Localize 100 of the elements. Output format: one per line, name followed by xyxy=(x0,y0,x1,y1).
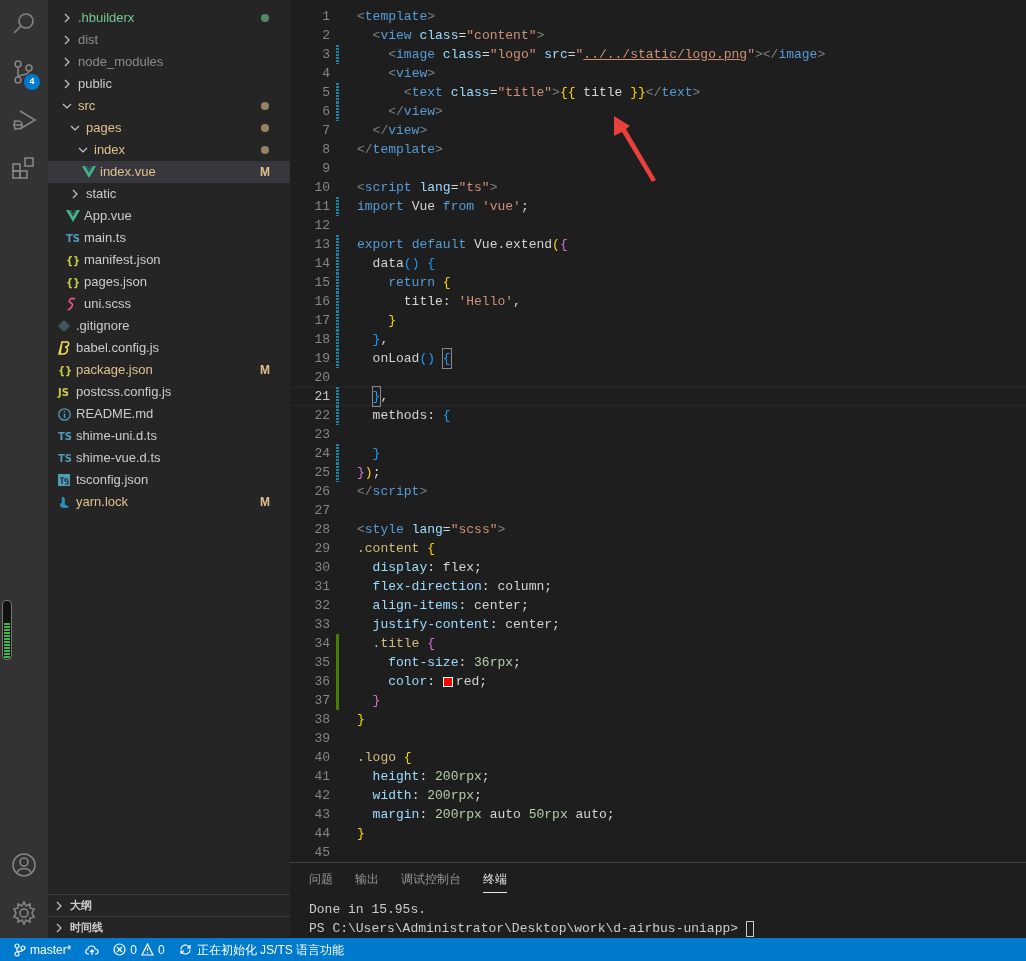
account-icon[interactable] xyxy=(11,852,37,878)
code-line: .content { xyxy=(357,539,436,558)
line-number: 18 xyxy=(313,330,330,349)
code-line: height: 200rpx; xyxy=(371,767,490,786)
tree-item[interactable]: index.vue M xyxy=(48,161,290,183)
line-number: 39 xyxy=(313,729,330,748)
line-number: 26 xyxy=(313,482,330,501)
code-line: font-size: 36rpx; xyxy=(387,653,521,672)
tree-item[interactable]: dist xyxy=(48,29,290,51)
vue-logo-icon xyxy=(66,209,80,223)
error-count[interactable]: 0 xyxy=(130,940,138,959)
code-line: <image class="logo" src="../../static/logo.png"></image> xyxy=(387,45,826,64)
line-number: 6 xyxy=(321,102,330,121)
panel-tab[interactable]: 调试控制台 xyxy=(401,870,461,893)
line-number: 17 xyxy=(313,311,330,330)
code-line: }, xyxy=(357,386,389,407)
code-line: <style lang="scss"> xyxy=(357,520,506,539)
tree-item[interactable]: src xyxy=(48,95,290,117)
tree-item[interactable]: {} manifest.json xyxy=(48,249,290,271)
line-number: 14 xyxy=(313,254,330,273)
tree-item[interactable]: TS shime-uni.d.ts xyxy=(48,425,290,447)
terminal-line: PS C:\Users\Administrator\Desktop\work\d-airbus-uniapp> xyxy=(309,919,739,938)
code-line: }, xyxy=(371,330,389,349)
line-number: 45 xyxy=(313,843,330,862)
tree-item[interactable]: TS shime-vue.d.ts xyxy=(48,447,290,469)
info-icon xyxy=(58,407,71,421)
code-line: } xyxy=(387,311,397,330)
code-line: </template> xyxy=(357,140,443,159)
line-number: 10 xyxy=(313,178,330,197)
config-file-icon xyxy=(58,474,70,486)
tree-item[interactable]: {} pages.json xyxy=(48,271,290,293)
code-line: } xyxy=(371,444,381,463)
panel-tab[interactable]: 终端 xyxy=(483,870,507,893)
code-line: </script> xyxy=(357,482,428,501)
code-line: <view> xyxy=(387,64,436,83)
terminal-line: Done in 15.95s. xyxy=(309,900,427,919)
run-debug-icon[interactable] xyxy=(11,107,37,133)
tree-item[interactable]: static xyxy=(48,183,290,205)
tree-item[interactable]: .hbuilderx xyxy=(48,7,290,29)
code-line: <view class="content"> xyxy=(371,26,545,45)
code-line: .logo { xyxy=(357,748,412,767)
line-number: 29 xyxy=(313,539,330,558)
settings-icon[interactable] xyxy=(11,900,37,926)
tree-item[interactable]: .gitignore xyxy=(48,315,290,337)
line-number: 5 xyxy=(321,83,330,102)
tree-item[interactable]: README.md xyxy=(48,403,290,425)
warning-count[interactable]: 0 xyxy=(158,940,165,959)
js-icon: JS xyxy=(58,384,69,400)
cloud-upload-icon[interactable] xyxy=(85,943,100,956)
ts-icon: TS xyxy=(58,428,73,444)
code-line: title: 'Hello', xyxy=(402,292,521,311)
line-number: 19 xyxy=(313,349,330,368)
line-number: 11 xyxy=(313,197,330,216)
extensions-icon[interactable] xyxy=(11,155,37,181)
tree-item[interactable]: TS main.ts xyxy=(48,227,290,249)
panel-tab[interactable]: 问题 xyxy=(309,870,333,893)
line-number: 1 xyxy=(321,7,330,26)
line-number: 33 xyxy=(313,615,330,634)
tree-item[interactable]: babel.config.js xyxy=(48,337,290,359)
line-number: 16 xyxy=(313,292,330,311)
code-line: display: flex; xyxy=(371,558,482,577)
tree-item[interactable]: {} package.json M xyxy=(48,359,290,381)
tree-item[interactable]: uni.scss xyxy=(48,293,290,315)
braces-icon: {} xyxy=(66,252,81,268)
line-number: 31 xyxy=(313,577,330,596)
line-number: 40 xyxy=(313,748,330,767)
code-line: color: red; xyxy=(387,672,488,691)
status-message[interactable]: 正在初始化 JS/TS 语言功能 xyxy=(196,940,345,959)
braces-icon: {} xyxy=(58,362,73,378)
code-line: import Vue from 'vue'; xyxy=(357,197,529,216)
code-line: } xyxy=(371,691,381,710)
tree-item[interactable]: node_modules xyxy=(48,51,290,73)
tree-item[interactable]: pages xyxy=(48,117,290,139)
tree-item[interactable]: tsconfig.json xyxy=(48,469,290,491)
section-header[interactable]: 大纲 xyxy=(48,894,290,916)
code-line: } xyxy=(357,710,365,729)
line-number: 27 xyxy=(313,501,330,520)
tree-item[interactable]: index xyxy=(48,139,290,161)
line-number: 35 xyxy=(313,653,330,672)
tree-item[interactable]: JS postcss.config.js xyxy=(48,381,290,403)
tree-item[interactable]: yarn.lock M xyxy=(48,491,290,513)
terminal-cursor xyxy=(746,920,755,937)
code-line: margin: 200rpx auto 50rpx auto; xyxy=(371,805,615,824)
code-line: <text class="title">{{ title }}</text> xyxy=(402,83,701,102)
line-number: 44 xyxy=(313,824,330,843)
line-number: 22 xyxy=(313,406,330,425)
line-number: 24 xyxy=(313,444,330,463)
line-number: 9 xyxy=(321,159,330,178)
warning-icon xyxy=(141,943,155,956)
code-line: export default Vue.extend({ xyxy=(357,235,568,254)
tree-item[interactable]: public xyxy=(48,73,290,95)
code-line: <script lang="ts"> xyxy=(357,178,498,197)
line-number: 13 xyxy=(313,235,330,254)
code-line: flex-direction: column; xyxy=(371,577,553,596)
line-number: 43 xyxy=(313,805,330,824)
ts-icon: TS xyxy=(66,230,81,246)
notification-badge: 4 xyxy=(24,74,40,90)
tree-item[interactable]: App.vue xyxy=(48,205,290,227)
panel-tab[interactable]: 输出 xyxy=(355,870,379,893)
branch-name[interactable]: master* xyxy=(30,940,72,959)
